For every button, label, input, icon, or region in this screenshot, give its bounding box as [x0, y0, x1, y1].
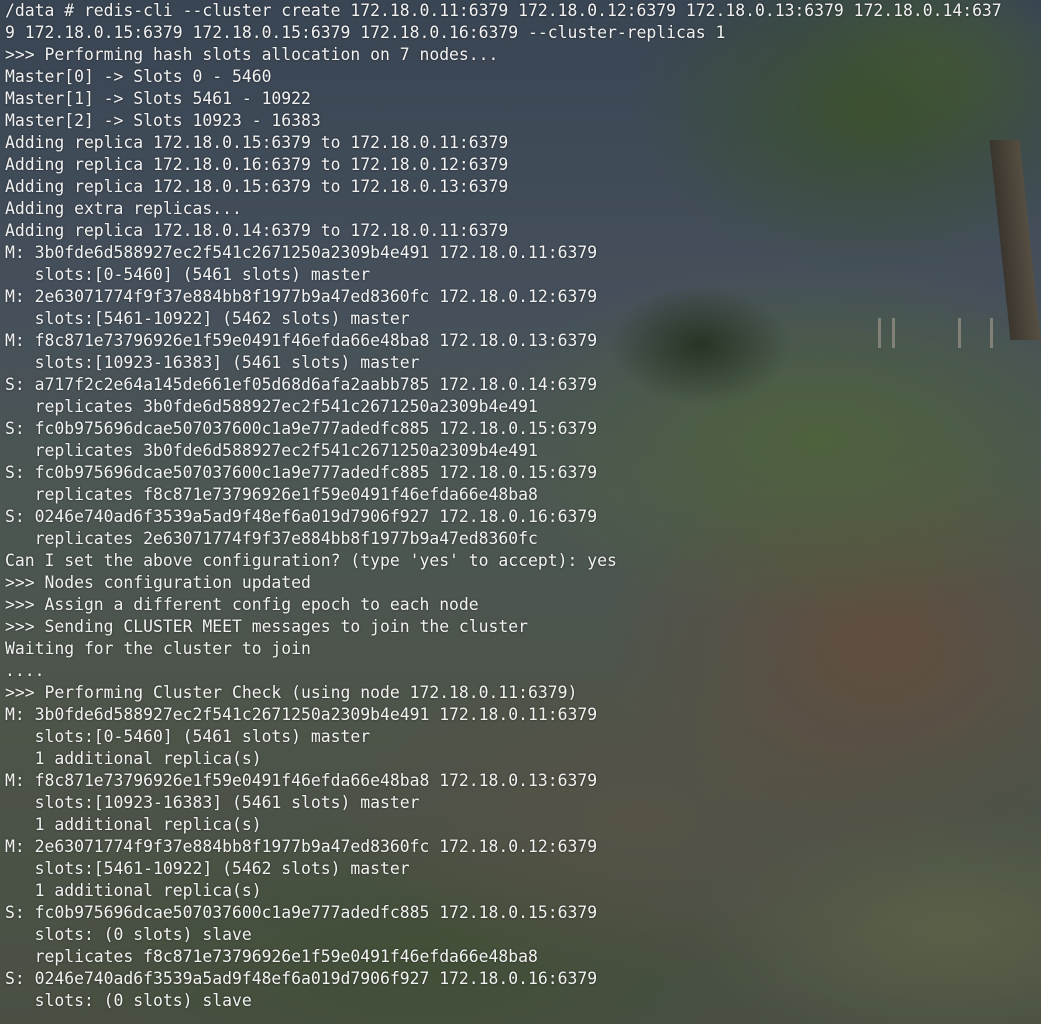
terminal-line: >>> Performing hash slots allocation on …	[5, 45, 499, 64]
terminal-line: S: a717f2c2e64a145de661ef05d68d6afa2aabb…	[5, 375, 598, 394]
terminal-line: S: 0246e740ad6f3539a5ad9f48ef6a019d7906f…	[5, 507, 598, 526]
terminal-line: >>> Nodes configuration updated	[5, 573, 311, 592]
terminal-line: ....	[5, 661, 45, 680]
terminal-window[interactable]: /data # redis-cli --cluster create 172.1…	[0, 0, 1041, 1024]
terminal-line: slots:[10923-16383] (5461 slots) master	[5, 353, 420, 372]
terminal-line: Adding replica 172.18.0.16:6379 to 172.1…	[5, 155, 509, 174]
terminal-line: S: fc0b975696dcae507037600c1a9e777adedfc…	[5, 419, 598, 438]
terminal-line: M: 2e63071774f9f37e884bb8f1977b9a47ed836…	[5, 837, 598, 856]
terminal-line: replicates 3b0fde6d588927ec2f541c2671250…	[5, 397, 538, 416]
terminal-line: 9 172.18.0.15:6379 172.18.0.15:6379 172.…	[5, 23, 726, 42]
terminal-line: /data # redis-cli --cluster create 172.1…	[5, 1, 1002, 20]
terminal-line: Can I set the above configuration? (type…	[5, 551, 617, 570]
terminal-line: S: 0246e740ad6f3539a5ad9f48ef6a019d7906f…	[5, 969, 598, 988]
terminal-line: 1 additional replica(s)	[5, 749, 262, 768]
terminal-line: replicates f8c871e73796926e1f59e0491f46e…	[5, 947, 538, 966]
terminal-line: M: f8c871e73796926e1f59e0491f46efda66e48…	[5, 331, 598, 350]
terminal-line: Adding replica 172.18.0.14:6379 to 172.1…	[5, 221, 509, 240]
terminal-line: slots:[5461-10922] (5462 slots) master	[5, 309, 410, 328]
terminal-line: slots:[0-5460] (5461 slots) master	[5, 265, 371, 284]
terminal-output: /data # redis-cli --cluster create 172.1…	[5, 0, 1002, 1012]
terminal-line: M: 2e63071774f9f37e884bb8f1977b9a47ed836…	[5, 287, 598, 306]
terminal-line: >>> Assign a different config epoch to e…	[5, 595, 479, 614]
terminal-line: 1 additional replica(s)	[5, 881, 262, 900]
terminal-line: slots:[5461-10922] (5462 slots) master	[5, 859, 410, 878]
terminal-line: slots:[0-5460] (5461 slots) master	[5, 727, 371, 746]
terminal-line: slots:[10923-16383] (5461 slots) master	[5, 793, 420, 812]
terminal-line: S: fc0b975696dcae507037600c1a9e777adedfc…	[5, 903, 598, 922]
terminal-line: M: f8c871e73796926e1f59e0491f46efda66e48…	[5, 771, 598, 790]
terminal-line: slots: (0 slots) slave	[5, 925, 252, 944]
terminal-line: Adding replica 172.18.0.15:6379 to 172.1…	[5, 177, 509, 196]
terminal-line: Master[2] -> Slots 10923 - 16383	[5, 111, 321, 130]
terminal-line: 1 additional replica(s)	[5, 815, 262, 834]
terminal-line: S: fc0b975696dcae507037600c1a9e777adedfc…	[5, 463, 598, 482]
terminal-line: replicates f8c871e73796926e1f59e0491f46e…	[5, 485, 538, 504]
terminal-line: >>> Performing Cluster Check (using node…	[5, 683, 578, 702]
terminal-line: >>> Sending CLUSTER MEET messages to joi…	[5, 617, 529, 636]
terminal-line: slots: (0 slots) slave	[5, 991, 252, 1010]
terminal-line: Master[1] -> Slots 5461 - 10922	[5, 89, 311, 108]
terminal-line: Adding extra replicas...	[5, 199, 242, 218]
terminal-line: M: 3b0fde6d588927ec2f541c2671250a2309b4e…	[5, 705, 598, 724]
terminal-line: Waiting for the cluster to join	[5, 639, 311, 658]
terminal-line: replicates 3b0fde6d588927ec2f541c2671250…	[5, 441, 538, 460]
terminal-line: M: 3b0fde6d588927ec2f541c2671250a2309b4e…	[5, 243, 598, 262]
terminal-line: Master[0] -> Slots 0 - 5460	[5, 67, 272, 86]
terminal-line: Adding replica 172.18.0.15:6379 to 172.1…	[5, 133, 509, 152]
terminal-line: replicates 2e63071774f9f37e884bb8f1977b9…	[5, 529, 538, 548]
